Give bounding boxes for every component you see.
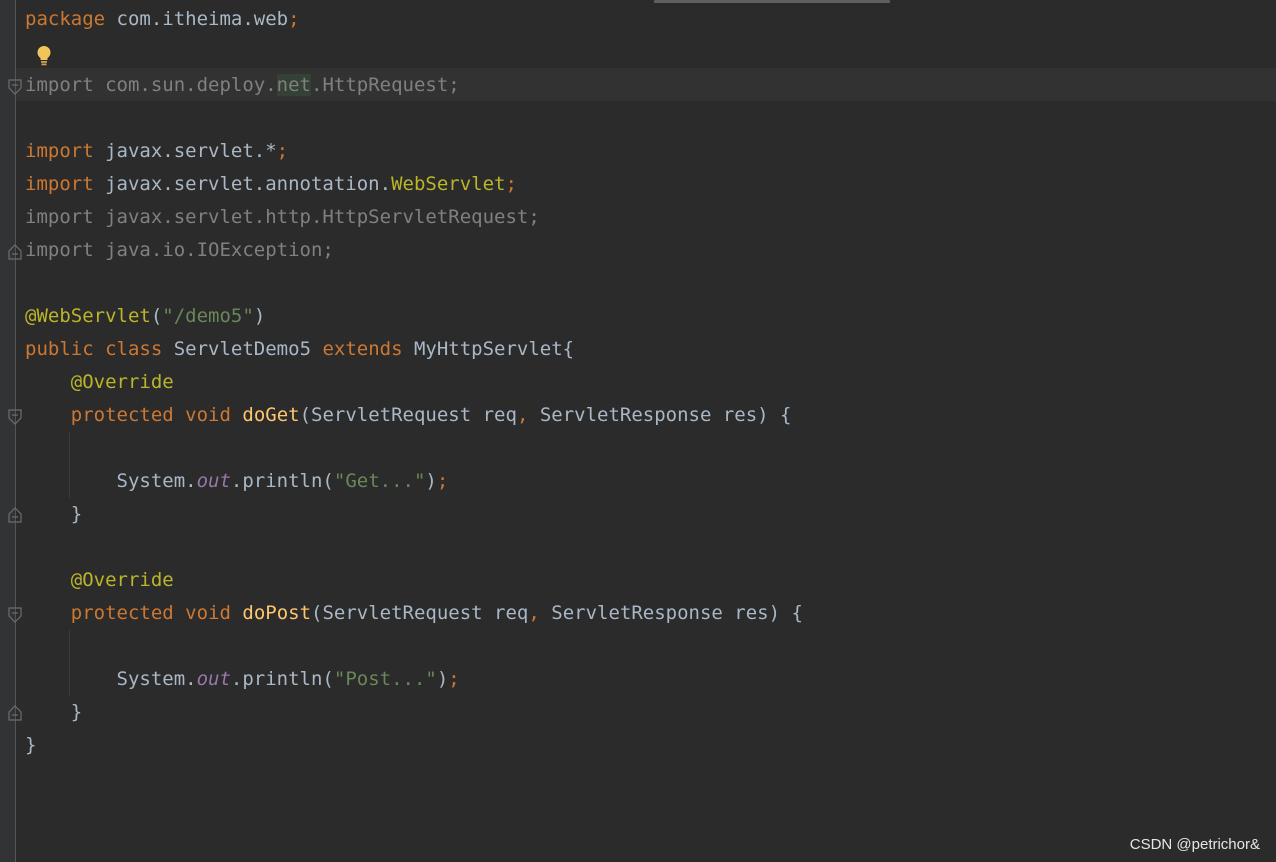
code-line[interactable]: System.out.println("Post...");	[25, 663, 1276, 696]
code-token: javax.servlet.*	[93, 140, 277, 162]
code-editor[interactable]: package com.itheima.web; import com.sun.d…	[25, 3, 1276, 762]
editor-gutter[interactable]	[0, 0, 16, 862]
code-token: .HttpRequest;	[311, 74, 460, 96]
code-line[interactable]: @WebServlet("/demo5")	[25, 300, 1276, 333]
code-line[interactable]	[25, 432, 1276, 465]
code-line[interactable]: import com.sun.deploy.net.HttpRequest;	[25, 69, 1276, 102]
code-token: javax.servlet.http.HttpServletRequest;	[93, 206, 540, 228]
code-token: .println(	[230, 668, 334, 690]
code-line[interactable]	[25, 36, 1276, 69]
code-token: WebServlet	[391, 173, 506, 195]
code-token: com.itheima.web	[105, 8, 289, 30]
code-token: (ServletRequest req	[311, 602, 529, 624]
code-token: ;	[436, 470, 449, 492]
code-token: extends	[322, 338, 403, 360]
code-line[interactable]	[25, 630, 1276, 663]
code-token: ServletDemo5	[162, 338, 323, 360]
code-token: package	[25, 8, 106, 30]
fold-marker-icon[interactable]	[8, 607, 22, 623]
code-token: void	[185, 602, 231, 624]
code-token: import	[25, 140, 94, 162]
code-line[interactable]	[25, 102, 1276, 135]
fold-marker-icon[interactable]	[8, 244, 22, 260]
code-token: System.	[25, 470, 197, 492]
code-token: "/demo5"	[162, 305, 254, 327]
code-line[interactable]: }	[25, 696, 1276, 729]
code-line[interactable]: import java.io.IOException;	[25, 234, 1276, 267]
code-token: public	[25, 338, 94, 360]
code-token: import	[25, 206, 94, 228]
code-token: javax.servlet.annotation.	[93, 173, 392, 195]
fold-marker-icon[interactable]	[8, 79, 22, 95]
code-line[interactable]: import javax.servlet.*;	[25, 135, 1276, 168]
code-line[interactable]	[25, 531, 1276, 564]
code-token: ;	[288, 8, 300, 30]
fold-marker-icon[interactable]	[8, 507, 22, 523]
code-token: )	[436, 668, 449, 690]
code-line[interactable]: public class ServletDemo5 extends MyHttp…	[25, 333, 1276, 366]
code-line[interactable]: @Override	[25, 564, 1276, 597]
code-token: (	[150, 305, 163, 327]
code-line[interactable]: System.out.println("Get...");	[25, 465, 1276, 498]
code-token: ,	[516, 404, 529, 426]
code-token: void	[185, 404, 231, 426]
code-token: doPost	[242, 602, 312, 624]
code-token: doGet	[242, 404, 300, 426]
code-token: import	[25, 74, 94, 96]
code-token: protected	[70, 404, 174, 426]
code-token: .println(	[230, 470, 334, 492]
code-line[interactable]: @Override	[25, 366, 1276, 399]
code-token: MyHttpServlet{	[402, 338, 575, 360]
code-line[interactable]: import javax.servlet.annotation.WebServl…	[25, 168, 1276, 201]
code-line[interactable]: import javax.servlet.http.HttpServletReq…	[25, 201, 1276, 234]
code-token: ServletResponse res) {	[528, 404, 792, 426]
code-token: ;	[448, 668, 460, 690]
code-token: ServletResponse res) {	[539, 602, 803, 624]
code-token: import	[25, 173, 94, 195]
code-token: @WebServlet	[25, 305, 151, 327]
code-token: @Override	[70, 371, 174, 393]
code-line[interactable]: }	[25, 729, 1276, 762]
code-token: ;	[505, 173, 517, 195]
code-token: @Override	[70, 569, 174, 591]
code-token: System.	[25, 668, 197, 690]
code-token: com.sun.deploy.	[93, 74, 277, 96]
code-token: out	[196, 668, 231, 690]
code-token: }	[25, 734, 37, 756]
code-line[interactable]: package com.itheima.web;	[25, 3, 1276, 36]
code-token: "Post..."	[333, 668, 437, 690]
code-token: }	[25, 503, 83, 525]
code-token: )	[425, 470, 437, 492]
code-line[interactable]: }	[25, 498, 1276, 531]
code-line[interactable]: protected void doPost(ServletRequest req…	[25, 597, 1276, 630]
fold-marker-icon[interactable]	[8, 409, 22, 425]
code-token: out	[196, 470, 231, 492]
code-token: )	[253, 305, 266, 327]
code-token: import	[25, 239, 94, 261]
code-token: class	[105, 338, 163, 360]
fold-marker-icon[interactable]	[8, 705, 22, 721]
code-token: }	[25, 701, 83, 723]
code-token: net	[276, 74, 311, 96]
code-line[interactable]: protected void doGet(ServletRequest req,…	[25, 399, 1276, 432]
code-token: (ServletRequest req	[299, 404, 517, 426]
code-line[interactable]	[25, 267, 1276, 300]
code-token: protected	[70, 602, 174, 624]
code-token: java.io.IOException;	[93, 239, 334, 261]
code-token: ;	[276, 140, 289, 162]
watermark: CSDN @petrichor&	[1129, 836, 1260, 853]
code-token: ,	[528, 602, 540, 624]
code-token: "Get..."	[333, 470, 426, 492]
